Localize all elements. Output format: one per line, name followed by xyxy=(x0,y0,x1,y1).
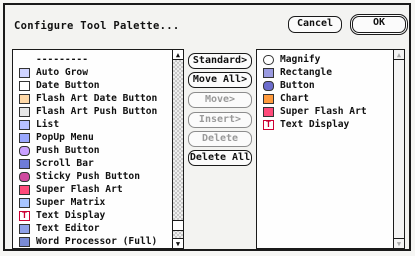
available-item-label: Push Button xyxy=(36,145,100,156)
text-editor-icon xyxy=(19,223,30,234)
palette-tools-scrollbar[interactable]: ▲ ▼ xyxy=(393,50,404,248)
text-display-icon: T xyxy=(19,210,30,221)
available-list-item[interactable]: --------- xyxy=(19,53,88,66)
available-item-label: Super Matrix xyxy=(36,197,106,208)
available-item-label: Date Button xyxy=(36,80,100,91)
available-list-item[interactable]: Flash Art Date Button xyxy=(19,92,157,105)
available-item-label: Scroll Bar xyxy=(36,158,94,169)
delete-button[interactable]: Delete xyxy=(188,131,252,147)
palette-tools-list[interactable]: Magnify Rectangle Button Chart Super Flash A… xyxy=(256,49,405,249)
available-item-label: Auto Grow xyxy=(36,67,88,78)
rectangle-icon xyxy=(263,67,274,78)
available-item-label: --------- xyxy=(36,54,88,65)
available-item-label: Word Processor (Full) xyxy=(36,236,158,247)
available-item-label: Sticky Push Button xyxy=(36,171,140,182)
popup-menu-icon xyxy=(19,132,30,143)
available-list-item[interactable]: Text Editor xyxy=(19,222,100,235)
button-icon xyxy=(263,80,274,91)
dialog-title: Configure Tool Palette... xyxy=(14,20,180,32)
palette-item-label: Chart xyxy=(280,93,309,104)
palette-item-label: Rectangle xyxy=(280,67,332,78)
scroll-down-arrow-icon[interactable]: ▼ xyxy=(394,238,404,248)
available-item-label: Text Editor xyxy=(36,223,100,234)
available-item-label: Text Display xyxy=(36,210,106,221)
list-icon xyxy=(19,119,30,130)
available-list-item[interactable]: List xyxy=(19,118,59,131)
chart-icon xyxy=(263,93,274,104)
palette-list-item[interactable]: Super Flash Art xyxy=(263,105,367,118)
insert-button[interactable]: Insert> xyxy=(188,112,252,128)
palette-list-item[interactable]: T Text Display xyxy=(263,118,349,131)
scroll-down-arrow-icon[interactable]: ▼ xyxy=(173,238,183,248)
move-button[interactable]: Move> xyxy=(188,92,252,108)
cancel-button[interactable]: Cancel xyxy=(288,16,342,33)
push-button-icon xyxy=(19,145,30,156)
palette-list-item[interactable]: Chart xyxy=(263,92,309,105)
available-item-label: PopUp Menu xyxy=(36,132,94,143)
configure-tool-palette-dialog: Configure Tool Palette... Cancel OK ----… xyxy=(3,3,411,251)
palette-list-item[interactable]: Magnify xyxy=(263,53,320,66)
available-item-label: Flash Art Date Button xyxy=(36,93,158,104)
scroll-bar-icon xyxy=(19,158,30,169)
available-list-item[interactable]: Super Matrix xyxy=(19,196,105,209)
palette-list-item[interactable]: Button xyxy=(263,79,315,92)
super-flash-art-icon xyxy=(263,106,274,117)
available-tools-list[interactable]: --------- Auto Grow Date Button Flash Art D… xyxy=(12,49,184,249)
available-list-item[interactable]: Push Button xyxy=(19,144,100,157)
flash-art-push-icon xyxy=(19,106,30,117)
available-list-item[interactable]: Auto Grow xyxy=(19,66,88,79)
flash-art-date-icon xyxy=(19,93,30,104)
date-button-icon xyxy=(19,80,30,91)
delete-all-button[interactable]: Delete All xyxy=(188,150,252,166)
ok-button[interactable]: OK xyxy=(350,14,408,35)
move-all-button[interactable]: Move All> xyxy=(188,72,252,88)
scroll-thumb[interactable] xyxy=(173,220,183,231)
palette-item-label: Button xyxy=(280,80,315,91)
sticky-push-icon xyxy=(19,171,30,182)
available-list-item[interactable]: Word Processor (Full) xyxy=(19,235,157,248)
available-item-label: Flash Art Push Button xyxy=(36,106,158,117)
available-list-item[interactable]: Scroll Bar xyxy=(19,157,94,170)
magnify-icon xyxy=(263,54,274,65)
palette-item-label: Super Flash Art xyxy=(280,106,367,117)
available-list-item[interactable]: Date Button xyxy=(19,79,100,92)
available-list-item[interactable]: Flash Art Push Button xyxy=(19,105,157,118)
super-flash-art-icon xyxy=(19,184,30,195)
standard-button[interactable]: Standard> xyxy=(188,53,252,69)
palette-item-label: Magnify xyxy=(280,54,321,65)
available-list-item[interactable]: PopUp Menu xyxy=(19,131,94,144)
palette-list-item[interactable]: Rectangle xyxy=(263,66,332,79)
scroll-up-arrow-icon[interactable]: ▲ xyxy=(394,50,404,60)
palette-item-label: Text Display xyxy=(280,119,350,130)
available-item-label: Super Flash Art xyxy=(36,184,123,195)
available-list-item[interactable]: Super Flash Art xyxy=(19,183,123,196)
scroll-up-arrow-icon[interactable]: ▲ xyxy=(173,50,183,60)
available-list-item[interactable]: T Text Display xyxy=(19,209,105,222)
super-matrix-icon xyxy=(19,197,30,208)
text-display-icon: T xyxy=(263,119,274,130)
word-processor-icon xyxy=(19,236,30,247)
available-tools-scrollbar[interactable]: ▲ ▼ xyxy=(172,50,183,248)
separator-icon xyxy=(19,55,30,65)
available-list-item[interactable]: Sticky Push Button xyxy=(19,170,140,183)
auto-grow-icon xyxy=(19,67,30,78)
available-item-label: List xyxy=(36,119,60,130)
